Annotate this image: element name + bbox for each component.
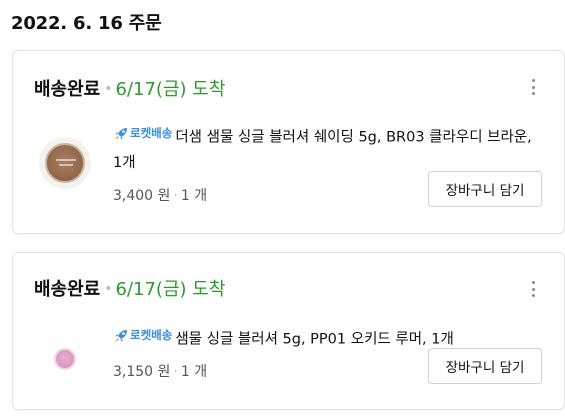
product-qty: 1 개	[180, 187, 208, 204]
rocket-delivery-badge: 로켓배송	[113, 323, 172, 348]
order-date-heading: 2022. 6. 16 주문	[11, 13, 162, 34]
product-qty: 1 개	[180, 363, 208, 380]
separator-dot: •	[104, 81, 113, 97]
arrival-date: 6/17(금) 도착	[115, 279, 226, 300]
separator-dot: ·	[173, 363, 178, 380]
product-title[interactable]: 로켓배송 더샘 샘물 싱글 블러셔 쉐이딩 5g, BR03 클라우디 브라운,…	[113, 121, 543, 176]
arrival-date: 6/17(금) 도착	[115, 79, 226, 100]
delivery-status: 배송완료	[34, 79, 101, 100]
delivery-status-row: 배송완료 • 6/17(금) 도착	[34, 75, 225, 101]
rocket-delivery-badge: 로켓배송	[113, 121, 172, 146]
more-options-icon[interactable]	[528, 77, 538, 97]
product-thumbnail[interactable]	[39, 333, 91, 385]
product-thumbnail[interactable]	[39, 137, 91, 189]
separator-dot: •	[104, 281, 113, 297]
product-name: 샘물 싱글 블러셔 5g, PP01 오키드 루머, 1개	[175, 331, 454, 348]
separator-dot: ·	[173, 187, 178, 204]
blush-compact-pink-icon	[54, 348, 76, 370]
order-item-card: 배송완료 • 6/17(금) 도착 로켓배송 샘물 싱글 블러셔 5g, PP0…	[12, 252, 565, 410]
rocket-delivery-label: 로켓배송	[130, 126, 173, 140]
more-options-icon[interactable]	[528, 279, 538, 299]
order-item-card: 배송완료 • 6/17(금) 도착 로켓배송 더샘 샘물 싱글 블러셔 쉐이딩 …	[12, 50, 565, 234]
delivery-status-row: 배송완료 • 6/17(금) 도착	[34, 275, 225, 301]
rocket-delivery-label: 로켓배송	[130, 328, 173, 342]
rocket-icon	[115, 127, 127, 140]
add-to-cart-button[interactable]: 장바구니 담기	[428, 171, 542, 207]
product-price: 3,150 원	[113, 363, 171, 380]
delivery-status: 배송완료	[34, 279, 101, 300]
rocket-icon	[115, 329, 127, 342]
product-name: 더샘 샘물 싱글 블러셔 쉐이딩 5g, BR03 클라우디 브라운, 1개	[113, 129, 532, 171]
product-price: 3,400 원	[113, 187, 171, 204]
add-to-cart-button[interactable]: 장바구니 담기	[428, 348, 542, 384]
blush-compact-brown-icon	[45, 143, 85, 183]
